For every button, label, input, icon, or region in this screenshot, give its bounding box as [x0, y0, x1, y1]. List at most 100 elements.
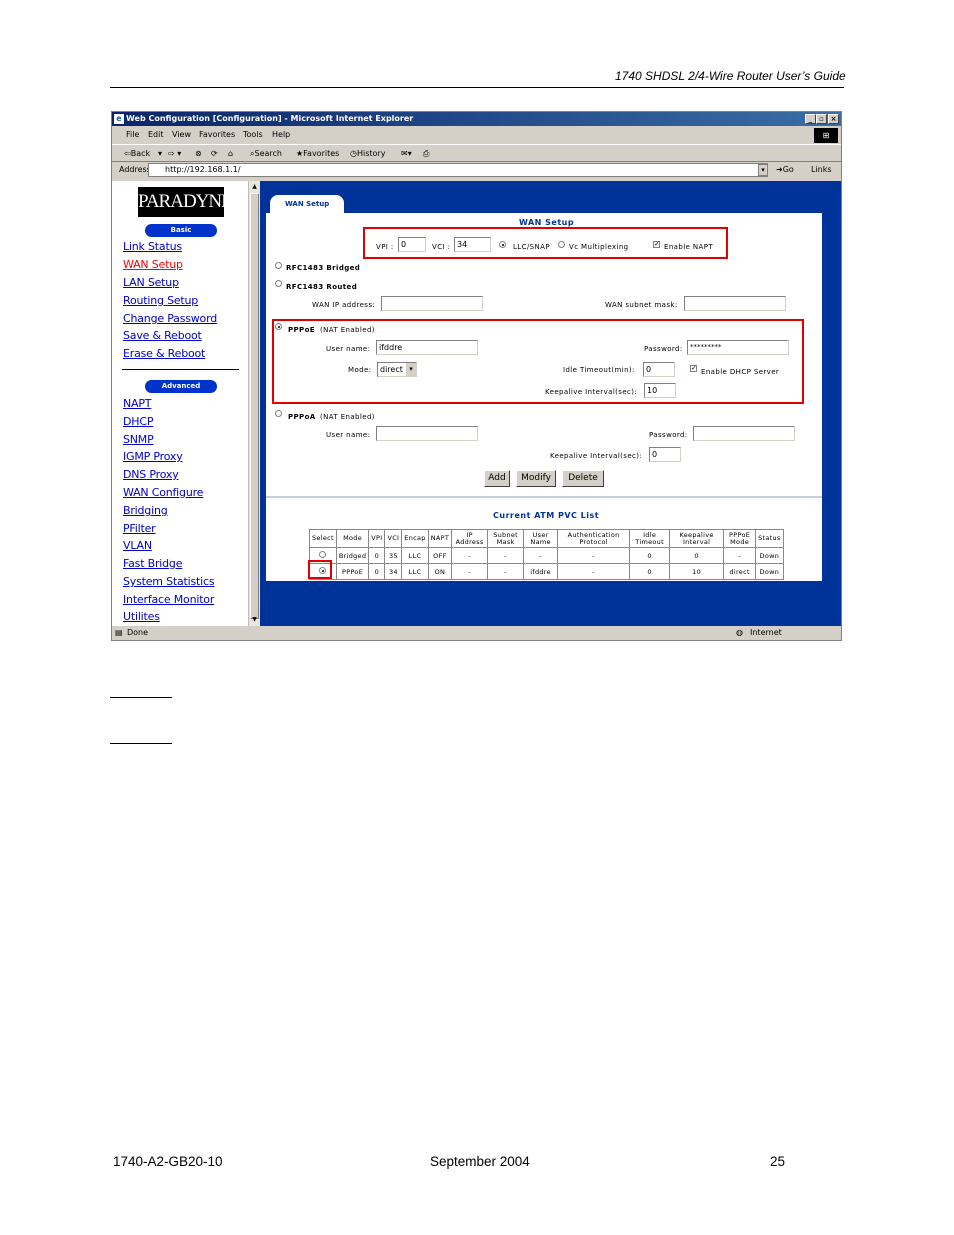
mail-icon[interactable]: ✉▾ — [401, 145, 412, 163]
forward-icon[interactable]: ⇨ ▾ — [168, 145, 181, 163]
pppoe-username-input[interactable]: ifddre — [376, 340, 478, 355]
pppoa-password-input[interactable] — [693, 426, 795, 441]
pppoa-keepalive-input[interactable]: 0 — [649, 447, 681, 462]
address-dropdown-icon[interactable]: ▾ — [758, 164, 768, 176]
window-title: Web Configuration [Configuration] - Micr… — [126, 114, 414, 123]
llc-snap-radio[interactable] — [499, 241, 506, 248]
print-icon[interactable]: ⎙ — [423, 145, 429, 163]
favorites-button[interactable]: ★Favorites — [296, 145, 339, 163]
wan-ip-input[interactable] — [381, 296, 483, 311]
modify-button[interactable]: Modify — [516, 470, 556, 487]
stop-icon[interactable]: ⊗ — [195, 145, 202, 163]
nav-change-password[interactable]: Change Password — [123, 312, 217, 325]
pppoa-radio[interactable] — [275, 410, 282, 417]
nav-wan-setup[interactable]: WAN Setup — [123, 258, 183, 271]
nav-save-reboot[interactable]: Save & Reboot — [123, 329, 202, 342]
keepalive-label: Keepalive Interval(sec): — [545, 388, 638, 396]
search-button[interactable]: ⌕Search — [250, 145, 282, 163]
nav-snmp[interactable]: SNMP — [123, 433, 154, 446]
scroll-down-icon[interactable]: ▼ — [249, 614, 260, 625]
menu-help[interactable]: Help — [272, 127, 290, 143]
table-cell: 0 — [669, 547, 725, 564]
vpi-input[interactable]: 0 — [398, 237, 426, 252]
address-input[interactable]: http://192.168.1.1/ — [148, 163, 768, 177]
nav-erase-reboot[interactable]: Erase & Reboot — [123, 347, 205, 360]
nav-interface-monitor[interactable]: Interface Monitor — [123, 593, 214, 606]
scroll-up-icon[interactable]: ▲ — [249, 181, 260, 192]
address-label: Address — [119, 165, 151, 174]
col-vpi: VPI — [368, 529, 386, 548]
col-user-name: User Name — [523, 529, 559, 548]
scroll-thumb[interactable] — [250, 193, 259, 619]
rfc1483-bridged-radio[interactable] — [275, 262, 282, 269]
nav-napt[interactable]: NAPT — [123, 397, 152, 410]
pppoe-username-label: User name: — [326, 345, 371, 353]
nav-igmp-proxy[interactable]: IGMP Proxy — [123, 450, 183, 463]
nav-dns-proxy[interactable]: DNS Proxy — [123, 468, 179, 481]
paradyne-logo: PARADYNE — [138, 187, 233, 217]
rfc1483-routed-radio[interactable] — [275, 280, 282, 287]
table-cell: LLC — [401, 563, 429, 580]
vertical-scrollbar[interactable]: ▲ ▼ — [248, 181, 260, 626]
tab-wan-setup[interactable]: WAN Setup — [270, 195, 344, 213]
pvc-table: Select Mode VPI VCI Encap NAPT IP Addres… — [308, 529, 784, 580]
table-cell: - — [487, 547, 525, 564]
nav-pfilter[interactable]: PFilter — [123, 522, 156, 535]
wan-setup-panel: WAN Setup VPI : 0 VCI : 34 LLC/SNAP Vc M… — [266, 213, 822, 581]
back-dropdown-icon[interactable]: ▾ — [158, 145, 162, 163]
menu-view[interactable]: View — [172, 127, 191, 143]
pppoe-radio[interactable] — [275, 323, 282, 330]
status-text: Done — [127, 628, 149, 637]
nav-utilites[interactable]: Utilites — [123, 610, 160, 623]
footer-doc-number: 1740-A2-GB20-10 — [113, 1154, 223, 1169]
page-viewport: PARADYNE Basic Link Status WAN Setup LAN… — [112, 181, 841, 626]
mode-value: direct — [380, 365, 403, 374]
vc-multiplexing-radio[interactable] — [558, 241, 565, 248]
pppoa-password-label: Password: — [649, 431, 688, 439]
history-button[interactable]: ◷History — [350, 145, 385, 163]
idle-timeout-input[interactable]: 0 — [643, 362, 675, 377]
nav-link-status[interactable]: Link Status — [123, 240, 182, 253]
vci-input[interactable]: 34 — [454, 237, 491, 252]
pppoe-password-input[interactable]: ********* — [687, 340, 789, 355]
table-cell: - — [487, 563, 525, 580]
add-button[interactable]: Add — [484, 470, 510, 487]
menu-file[interactable]: File — [126, 127, 139, 143]
nav-vlan[interactable]: VLAN — [123, 539, 152, 552]
close-icon[interactable]: × — [828, 114, 839, 124]
menu-favorites[interactable]: Favorites — [199, 127, 235, 143]
go-button[interactable]: ➜Go — [776, 162, 794, 178]
nav-lan-setup[interactable]: LAN Setup — [123, 276, 179, 289]
pppoa-username-label: User name: — [326, 431, 371, 439]
wan-subnet-input[interactable] — [684, 296, 786, 311]
nav-wan-configure[interactable]: WAN Configure — [123, 486, 203, 499]
back-button[interactable]: ⇦Back — [124, 145, 150, 163]
keepalive-input[interactable]: 10 — [644, 383, 676, 398]
links-button[interactable]: Links — [811, 162, 832, 178]
menu-edit[interactable]: Edit — [148, 127, 164, 143]
menu-bar: File Edit View Favorites Tools Help ⊞ — [112, 127, 841, 143]
maximize-icon[interactable]: ▫ — [816, 114, 827, 124]
menu-tools[interactable]: Tools — [243, 127, 263, 143]
table-cell: Down — [755, 547, 784, 564]
nav-system-statistics[interactable]: System Statistics — [123, 575, 215, 588]
row-select-radio[interactable] — [319, 551, 327, 558]
home-icon[interactable]: ⌂ — [228, 145, 233, 163]
enable-dhcp-checkbox[interactable]: ✓ — [690, 365, 697, 372]
nav-routing-setup[interactable]: Routing Setup — [123, 294, 198, 307]
vci-label: VCI : — [432, 243, 451, 251]
refresh-icon[interactable]: ⟳ — [211, 145, 218, 163]
nav-bridging[interactable]: Bridging — [123, 504, 168, 517]
advanced-section-badge: Advanced — [145, 380, 217, 393]
table-cell: ON — [427, 563, 453, 580]
toolbar: ⇦Back ▾ ⇨ ▾ ⊗ ⟳ ⌂ ⌕Search ★Favorites ◷Hi… — [112, 144, 841, 162]
nav-fast-bridge[interactable]: Fast Bridge — [123, 557, 182, 570]
delete-button[interactable]: Delete — [562, 470, 604, 487]
mode-dropdown-icon[interactable]: ▾ — [406, 363, 416, 376]
ie-icon: e — [114, 114, 124, 124]
pppoa-username-input[interactable] — [376, 426, 478, 441]
mode-select[interactable]: direct ▾ — [377, 362, 417, 377]
nav-dhcp[interactable]: DHCP — [123, 415, 153, 428]
enable-napt-checkbox[interactable]: ✓ — [653, 241, 660, 248]
minimize-icon[interactable]: _ — [805, 114, 816, 124]
